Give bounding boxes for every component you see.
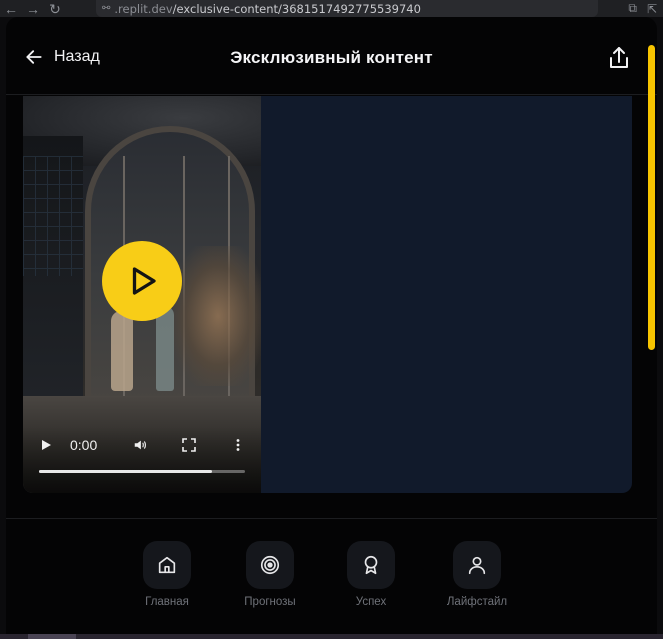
browser-back-icon[interactable]: ← bbox=[0, 0, 22, 17]
nav-label-lifestyle: Лайфстайл bbox=[446, 596, 508, 608]
address-bar[interactable]: ⚯ .replit.dev /exclusive-content/3681517… bbox=[96, 0, 598, 17]
current-time: 0:00 bbox=[70, 437, 98, 453]
browser-forward-icon[interactable]: → bbox=[22, 0, 44, 17]
scrollbar-thumb[interactable] bbox=[648, 45, 655, 350]
page-title: Эксклюзивный контент bbox=[230, 48, 433, 67]
nav-label-forecasts: Прогнозы bbox=[244, 596, 296, 608]
nav-item-forecasts[interactable]: Прогнозы bbox=[225, 541, 315, 608]
open-external-icon[interactable]: ⇱ bbox=[647, 2, 657, 16]
video-player[interactable]: 0:00 bbox=[23, 96, 261, 493]
taskbar bbox=[0, 634, 663, 639]
fullscreen-icon[interactable] bbox=[182, 436, 196, 454]
share-icon[interactable] bbox=[607, 45, 631, 71]
award-icon bbox=[364, 555, 378, 575]
control-play-icon[interactable] bbox=[39, 436, 53, 454]
play-icon bbox=[132, 267, 156, 295]
home-icon bbox=[158, 556, 176, 574]
browser-toolbar: ← → ↻ ⚯ .replit.dev /exclusive-content/3… bbox=[0, 0, 663, 17]
video-controls: 0:00 bbox=[23, 426, 261, 493]
video-progress-fill bbox=[39, 470, 213, 473]
volume-icon[interactable] bbox=[133, 436, 147, 454]
url-path: /exclusive-content/3681517492775539740 bbox=[172, 1, 421, 16]
nav-label-home: Главная bbox=[145, 596, 189, 608]
link-icon: ⚯ bbox=[102, 3, 111, 14]
devices-icon[interactable]: ⧉ bbox=[628, 1, 637, 16]
user-icon bbox=[468, 556, 486, 575]
bottom-navigation: Главная Прогнозы Успех Лайфстайл bbox=[6, 518, 657, 639]
play-button[interactable] bbox=[102, 241, 182, 321]
target-icon bbox=[260, 555, 280, 575]
nav-item-home[interactable]: Главная bbox=[122, 541, 212, 608]
nav-item-lifestyle[interactable]: Лайфстайл bbox=[432, 541, 522, 608]
top-header: Назад Эксклюзивный контент bbox=[6, 17, 657, 95]
nav-label-success: Успех bbox=[355, 596, 387, 608]
more-options-icon[interactable] bbox=[231, 436, 245, 454]
video-progress-bar[interactable] bbox=[39, 470, 245, 473]
app-container: Назад Эксклюзивный контент 0:00 Главная … bbox=[6, 17, 657, 639]
content-card: 0:00 bbox=[23, 96, 632, 493]
nav-item-success[interactable]: Успех bbox=[326, 541, 416, 608]
url-host: .replit.dev bbox=[114, 1, 173, 16]
reload-icon[interactable]: ↻ bbox=[44, 0, 66, 17]
